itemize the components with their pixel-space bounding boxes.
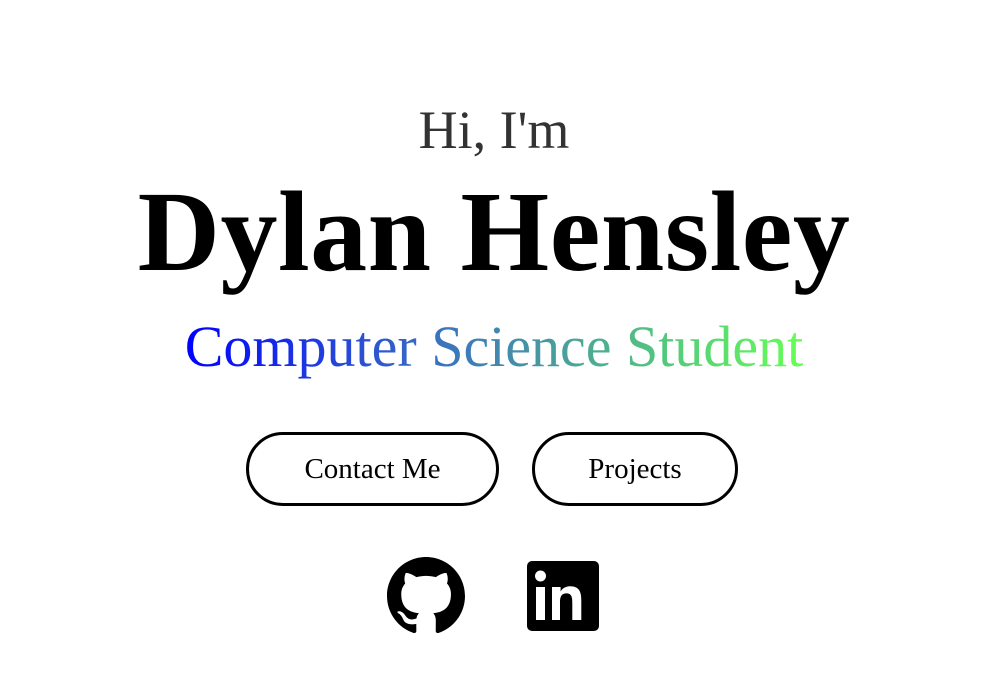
github-icon[interactable] (387, 557, 465, 635)
name-heading: Dylan Hensley (137, 168, 851, 295)
subtitle-text: Computer Science Student (185, 312, 804, 382)
hero-section: Hi, I'm Dylan Hensley Computer Science S… (0, 0, 988, 694)
greeting-text: Hi, I'm (418, 100, 570, 160)
linkedin-icon[interactable] (527, 561, 599, 631)
linkedin-icon-graphic (527, 561, 599, 631)
projects-button[interactable]: Projects (532, 432, 738, 506)
subtitle: Computer Science Student (0, 312, 988, 382)
contact-me-button[interactable]: Contact Me (246, 432, 499, 506)
github-icon-graphic (387, 557, 465, 634)
